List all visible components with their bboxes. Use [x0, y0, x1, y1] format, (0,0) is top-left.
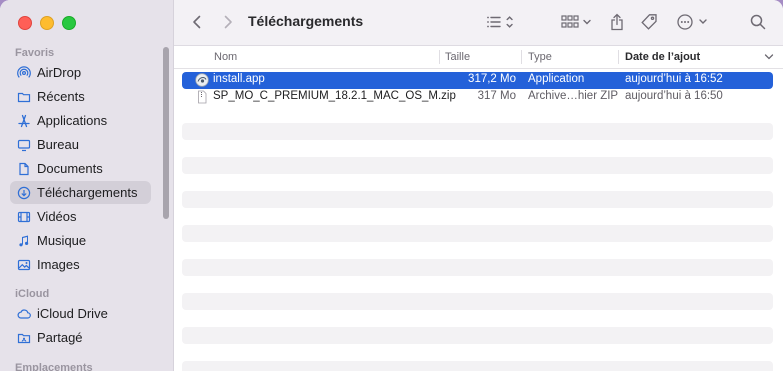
- back-button[interactable]: [188, 13, 206, 31]
- sidebar-item-label: AirDrop: [37, 65, 82, 80]
- file-name: install.app: [213, 73, 265, 85]
- file-kind: Application: [528, 73, 585, 85]
- film-icon: [17, 210, 31, 224]
- sidebar-item-music[interactable]: Musique: [10, 229, 151, 252]
- zoom-window-button[interactable]: [62, 16, 76, 30]
- column-divider[interactable]: [439, 50, 440, 64]
- column-date-added[interactable]: Date de l’ajout: [625, 51, 700, 63]
- desktop-icon: [17, 138, 31, 152]
- window-title: Téléchargements: [248, 13, 364, 29]
- sidebar-item-label: Vidéos: [37, 209, 77, 224]
- empty-row: [182, 259, 773, 276]
- close-window-button[interactable]: [18, 16, 32, 30]
- empty-row: [182, 361, 773, 371]
- sidebar-item-label: Musique: [37, 233, 87, 248]
- installer-app-icon: [195, 73, 209, 87]
- empty-row: [182, 225, 773, 242]
- file-date-added: aujourd’hui à 16:50: [625, 90, 723, 102]
- sidebar-item-label: Récents: [37, 89, 85, 104]
- column-divider[interactable]: [618, 50, 619, 64]
- music-icon: [17, 234, 31, 248]
- folder-icon: [17, 90, 31, 104]
- document-icon: [17, 162, 31, 176]
- sidebar-scrollbar[interactable]: [163, 47, 169, 219]
- file-size: 317,2 Mo: [468, 73, 516, 85]
- empty-row: [182, 157, 773, 174]
- chevron-left-icon: [193, 15, 201, 29]
- file-name: SP_MO_C_PREMIUM_18.2.1_MAC_OS_M.zip: [213, 90, 456, 102]
- empty-row: [182, 327, 773, 344]
- sidebar-item-shared[interactable]: Partagé: [10, 326, 151, 349]
- chevron-right-icon: [224, 15, 232, 29]
- ellipsis-circle-icon: [677, 14, 707, 30]
- column-header: Nom Taille Type Date de l’ajout: [174, 46, 783, 69]
- file-row-zip[interactable]: SP_MO_C_PREMIUM_18.2.1_MAC_OS_M.zip 317 …: [182, 89, 773, 106]
- download-icon: [17, 186, 31, 200]
- sidebar: Favoris AirDrop Récents Applications Bur…: [0, 0, 174, 371]
- column-kind[interactable]: Type: [528, 51, 552, 63]
- sidebar-item-label: Bureau: [37, 137, 79, 152]
- sidebar-item-label: Images: [37, 257, 80, 272]
- finder-window: Favoris AirDrop Récents Applications Bur…: [0, 0, 783, 371]
- file-row-install-app[interactable]: install.app 317,2 Mo Application aujourd…: [182, 72, 773, 89]
- sidebar-item-desktop[interactable]: Bureau: [10, 133, 151, 156]
- column-divider[interactable]: [521, 50, 522, 64]
- tag-icon: [641, 14, 657, 30]
- grid-icon: [561, 15, 591, 28]
- minimize-window-button[interactable]: [40, 16, 54, 30]
- photo-icon: [17, 258, 31, 272]
- sidebar-item-label: iCloud Drive: [37, 306, 108, 321]
- toolbar: Téléchargements: [174, 0, 783, 46]
- share-button[interactable]: [607, 12, 627, 32]
- sidebar-item-airdrop[interactable]: AirDrop: [10, 61, 151, 84]
- window-controls: [18, 16, 76, 30]
- sidebar-item-label: Documents: [37, 161, 103, 176]
- search-button[interactable]: [748, 12, 768, 32]
- sort-chevron-down-icon[interactable]: [764, 52, 774, 64]
- zip-file-icon: [195, 90, 209, 104]
- sidebar-section-favorites: Favoris: [15, 47, 55, 59]
- more-actions-button[interactable]: [676, 12, 710, 32]
- file-kind: Archive…hier ZIP: [528, 90, 619, 102]
- list-view-icon: [487, 16, 513, 28]
- file-size: 317 Mo: [477, 90, 516, 102]
- sidebar-item-images[interactable]: Images: [10, 253, 151, 276]
- sidebar-item-videos[interactable]: Vidéos: [10, 205, 151, 228]
- share-icon: [611, 13, 623, 31]
- sidebar-item-icloud-drive[interactable]: iCloud Drive: [10, 302, 151, 325]
- shared-folder-icon: [17, 331, 31, 345]
- sidebar-item-label: Applications: [37, 113, 108, 128]
- forward-button[interactable]: [219, 13, 237, 31]
- airdrop-icon: [17, 65, 31, 80]
- search-icon: [750, 14, 766, 30]
- sidebar-item-label: Partagé: [37, 330, 83, 345]
- list-view-button[interactable]: [485, 13, 519, 31]
- sidebar-item-recents[interactable]: Récents: [10, 85, 151, 108]
- cloud-icon: [17, 307, 31, 321]
- column-size[interactable]: Taille: [445, 51, 470, 63]
- empty-row: [182, 191, 773, 208]
- applications-icon: [17, 114, 31, 128]
- empty-row: [182, 123, 773, 140]
- sidebar-item-applications[interactable]: Applications: [10, 109, 151, 132]
- empty-row: [182, 293, 773, 310]
- tags-button[interactable]: [639, 12, 659, 32]
- group-button[interactable]: [560, 13, 594, 31]
- sidebar-item-label: Téléchargements: [37, 185, 138, 200]
- sidebar-item-documents[interactable]: Documents: [10, 157, 151, 180]
- sidebar-section-locations: Emplacements: [15, 362, 93, 371]
- column-name[interactable]: Nom: [214, 51, 237, 63]
- sidebar-item-downloads[interactable]: Téléchargements: [10, 181, 151, 204]
- sidebar-section-icloud: iCloud: [15, 288, 50, 300]
- file-date-added: aujourd’hui à 16:52: [625, 73, 723, 85]
